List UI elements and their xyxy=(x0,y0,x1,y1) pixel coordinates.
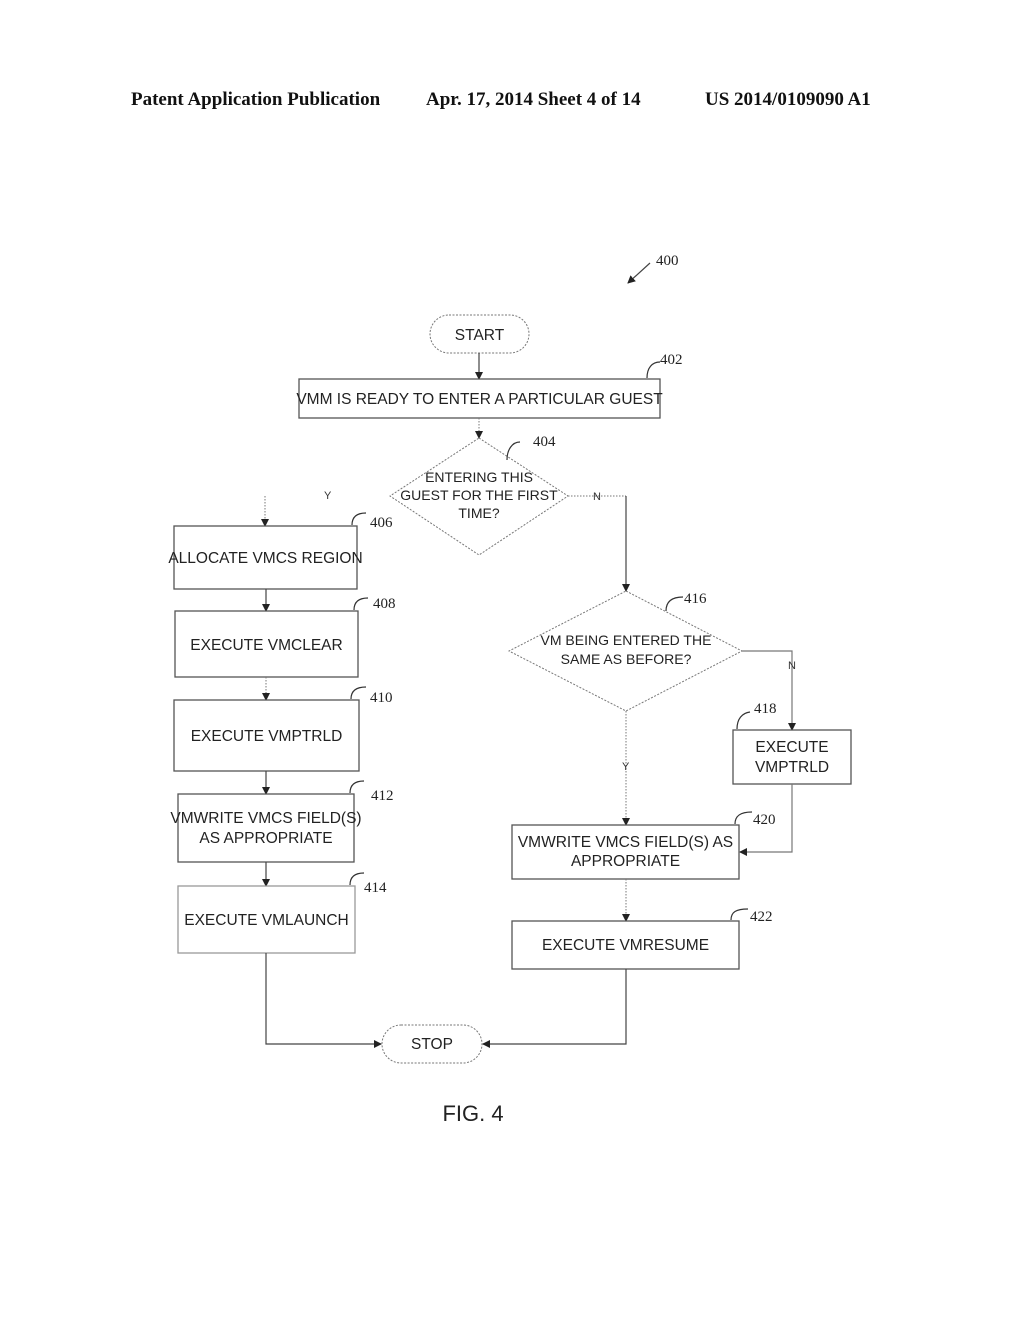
branch-404-yes: Y xyxy=(324,490,332,502)
step-420-line1: VMWRITE VMCS FIELD(S) AS xyxy=(518,834,733,851)
step-408-label: EXECUTE VMCLEAR xyxy=(190,637,342,654)
step-412: VMWRITE VMCS FIELD(S) AS APPROPRIATE 412 xyxy=(170,780,394,863)
step-422-label: EXECUTE VMRESUME xyxy=(542,937,709,954)
decision-404: ENTERING THIS GUEST FOR THE FIRST TIME? … xyxy=(389,434,569,556)
flowchart: 400 START VMM IS READY TO ENTER A PARTIC… xyxy=(168,253,852,1126)
start-label: START xyxy=(455,327,505,344)
ref-418: 418 xyxy=(754,701,777,717)
ref-402: 402 xyxy=(660,352,683,368)
ref-412: 412 xyxy=(371,788,394,804)
branch-416-no: N xyxy=(788,660,796,672)
step-412-line1: VMWRITE VMCS FIELD(S) xyxy=(170,810,361,827)
start-terminal: START xyxy=(429,314,530,354)
ref-410-leader xyxy=(350,686,367,700)
ref-408-leader xyxy=(353,597,369,611)
ref-422: 422 xyxy=(750,909,773,925)
ref-410: 410 xyxy=(370,690,393,706)
ref-414: 414 xyxy=(364,880,387,896)
ref-404: 404 xyxy=(533,434,556,450)
decision-416-line2: SAME AS BEFORE? xyxy=(561,651,692,667)
ref-406-leader xyxy=(351,512,367,526)
ref-420: 420 xyxy=(753,812,776,828)
step-410-label: EXECUTE VMPTRLD xyxy=(191,728,343,745)
figure-caption: FIG. 4 xyxy=(442,1101,503,1126)
ref-406: 406 xyxy=(370,515,393,531)
decision-404-line1: ENTERING THIS xyxy=(425,469,533,485)
step-406: ALLOCATE VMCS REGION 406 xyxy=(168,512,393,590)
ref-414-leader xyxy=(349,872,365,886)
decision-416: VM BEING ENTERED THE SAME AS BEFORE? 416 xyxy=(507,590,744,712)
step-422: EXECUTE VMRESUME 422 xyxy=(511,908,773,970)
arrow-414-stop xyxy=(265,953,382,1048)
decision-416-line1: VM BEING ENTERED THE xyxy=(541,632,712,648)
step-414-label: EXECUTE VMLAUNCH xyxy=(184,912,349,929)
figure-ref: 400 xyxy=(656,253,679,269)
branch-416-yes: Y xyxy=(622,761,630,773)
step-420: VMWRITE VMCS FIELD(S) AS APPROPRIATE 420 xyxy=(511,811,776,880)
ref-408: 408 xyxy=(373,596,396,612)
stop-terminal: STOP xyxy=(381,1024,483,1064)
ref-416: 416 xyxy=(684,591,707,607)
step-402: VMM IS READY TO ENTER A PARTICULAR GUEST… xyxy=(296,352,683,419)
figure-ref-arrow xyxy=(627,262,651,284)
arrow-422-stop xyxy=(482,969,627,1048)
step-408: EXECUTE VMCLEAR 408 xyxy=(174,596,396,678)
ref-416-leader xyxy=(665,596,684,612)
step-418-line1: EXECUTE xyxy=(755,739,828,756)
branch-404-no: N xyxy=(593,491,601,503)
ref-422-leader xyxy=(730,908,749,921)
step-410: EXECUTE VMPTRLD 410 xyxy=(173,686,393,772)
step-406-label: ALLOCATE VMCS REGION xyxy=(168,550,362,567)
ref-402-leader xyxy=(646,361,661,379)
ref-420-leader xyxy=(734,811,753,825)
step-412-line2: AS APPROPRIATE xyxy=(199,830,332,847)
step-414: EXECUTE VMLAUNCH 414 xyxy=(177,872,387,954)
decision-404-line3: TIME? xyxy=(458,505,499,521)
ref-412-leader xyxy=(349,780,365,794)
step-418-line2: VMPTRLD xyxy=(755,759,829,776)
ref-418-leader xyxy=(736,711,751,730)
step-420-line2: APPROPRIATE xyxy=(571,853,680,870)
decision-404-line2: GUEST FOR THE FIRST xyxy=(400,487,558,503)
stop-label: STOP xyxy=(411,1036,453,1053)
arrow-416-418 xyxy=(742,650,796,731)
step-402-label: VMM IS READY TO ENTER A PARTICULAR GUEST xyxy=(296,391,663,408)
